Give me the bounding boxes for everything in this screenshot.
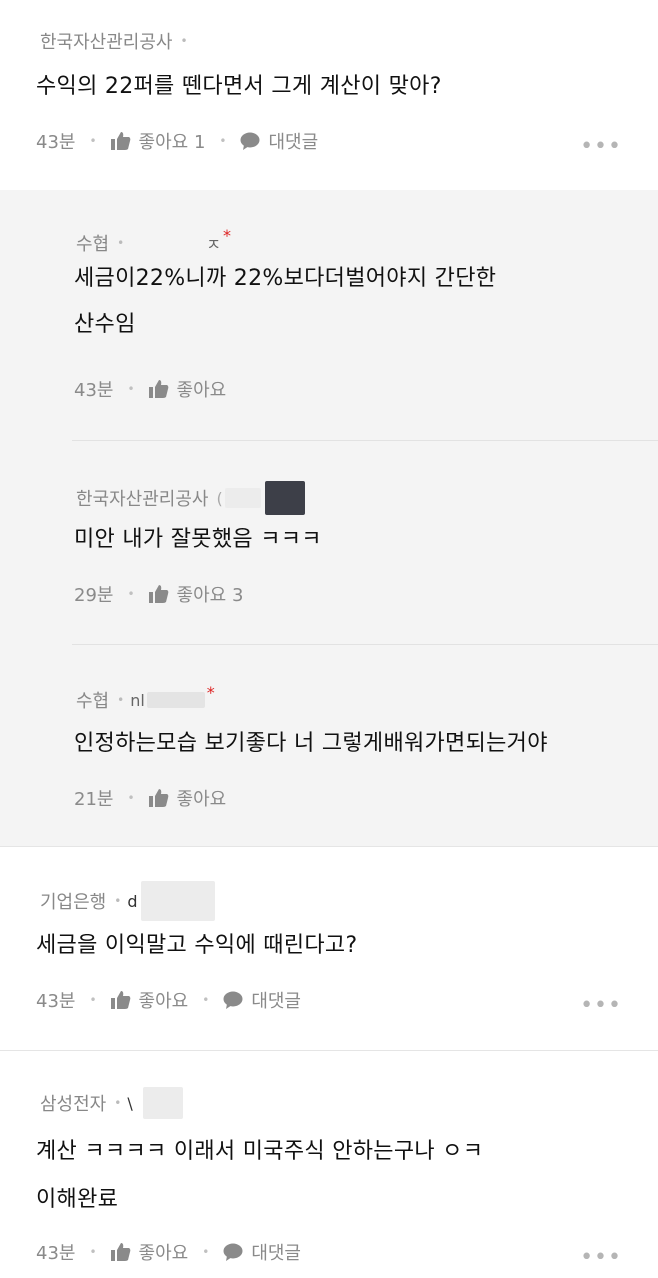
redacted-nickname	[224, 488, 261, 508]
thumbs-up-icon	[148, 585, 168, 603]
like-label: 좋아요	[176, 789, 227, 810]
author-star: *	[206, 682, 215, 702]
separator-dot: •	[117, 236, 125, 250]
author-affiliation[interactable]: 수협	[76, 230, 109, 256]
comment-author: 삼성전자 • \	[40, 1087, 183, 1119]
like-button[interactable]: 좋아요	[148, 785, 227, 811]
comment-author: 한국자산관리공사 •	[40, 28, 188, 54]
comment-time: 43분	[36, 132, 76, 153]
like-button[interactable]: 좋아요 1	[110, 128, 206, 154]
author-affiliation[interactable]: 기업은행	[40, 888, 106, 914]
reply-text: 인정하는모습 보기좋다 너 그렇게배워가면되는거야	[74, 731, 548, 756]
redacted-nickname	[146, 692, 205, 708]
comment-time: 43분	[36, 1243, 76, 1264]
separator-dot: •	[219, 134, 227, 148]
comment-text-line-2: 이해완료	[36, 1187, 119, 1212]
reply-time: 29분	[74, 585, 114, 606]
reply-author: 수협 • nl *	[76, 683, 215, 713]
comment-meta: 43분 • 좋아요 • 대댓글	[36, 1239, 301, 1265]
redacted-nickname	[141, 881, 216, 921]
reply-text-line-2: 산수임	[74, 312, 136, 337]
reply-meta: 29분 • 좋아요 3	[74, 581, 243, 607]
reply-label: 대댓글	[251, 991, 301, 1012]
reply-author: 한국자산관리공사 (	[76, 481, 305, 515]
redacted-nickname	[130, 236, 201, 250]
like-label: 좋아요	[138, 1243, 189, 1264]
thumbs-up-icon	[110, 991, 130, 1009]
separator-dot: •	[114, 1096, 122, 1110]
separator-dot: •	[127, 587, 135, 601]
thumbs-up-icon	[110, 132, 130, 150]
comment-meta: 43분 • 좋아요 • 대댓글	[36, 987, 301, 1013]
like-button[interactable]: 좋아요	[148, 376, 227, 402]
author-affiliation[interactable]: 한국자산관리공사	[76, 485, 208, 511]
redacted-nickname	[142, 1087, 183, 1119]
comment: 한국자산관리공사 • 수익의 22퍼를 뗀다면서 그게 계산이 맞아? 43분 …	[0, 0, 658, 190]
nickname-fragment: ㅈ	[206, 235, 221, 254]
speech-bubble-icon	[240, 132, 260, 150]
like-label: 좋아요 3	[176, 585, 244, 606]
like-button[interactable]: 좋아요	[110, 1239, 189, 1265]
more-options-button[interactable]: •••	[580, 1245, 622, 1270]
reply-author: 수협 • ㅈ *	[76, 226, 231, 256]
like-label: 좋아요 1	[138, 132, 206, 153]
speech-bubble-icon	[223, 1243, 243, 1261]
separator-dot: •	[117, 693, 125, 707]
reply-text: 미안 내가 잘못했음 ㅋㅋㅋ	[74, 527, 322, 552]
author-affiliation[interactable]: 수협	[76, 687, 109, 713]
comment-meta: 43분 • 좋아요 1 • 대댓글	[36, 128, 318, 154]
reply-button[interactable]: 대댓글	[240, 128, 318, 154]
like-button[interactable]: 좋아요	[110, 987, 189, 1013]
reply-meta: 21분 • 좋아요	[74, 785, 226, 811]
separator-dot: •	[180, 34, 188, 48]
comment-text: 세금을 이익말고 수익에 때린다고?	[36, 933, 358, 958]
more-options-button[interactable]: •••	[580, 134, 622, 159]
author-affiliation[interactable]: 한국자산관리공사	[40, 28, 172, 54]
more-options-button[interactable]: •••	[580, 993, 622, 1018]
separator-dot: •	[89, 1245, 97, 1259]
reply-item: 한국자산관리공사 ( 미안 내가 잘못했음 ㅋㅋㅋ 29분 • 좋아요 3	[72, 440, 658, 644]
comment-author: 기업은행 • d	[40, 881, 216, 921]
comment: 기업은행 • d 세금을 이익말고 수익에 때린다고? 43분 • 좋아요 • …	[0, 846, 658, 1050]
thumbs-up-icon	[148, 380, 168, 398]
reply-button[interactable]: 대댓글	[223, 1239, 301, 1265]
speech-bubble-icon	[223, 991, 243, 1009]
reply-time: 43분	[74, 380, 114, 401]
nickname-fragment: (	[216, 488, 223, 508]
reply-label: 대댓글	[268, 132, 319, 153]
separator-dot: •	[202, 993, 210, 1007]
separator-dot: •	[202, 1245, 210, 1259]
nickname-fragment: nl	[130, 690, 145, 710]
reply-label: 대댓글	[251, 1243, 301, 1264]
separator-dot: •	[127, 791, 135, 805]
reply-time: 21분	[74, 789, 114, 810]
reply-item: 수협 • ㅈ * 세금이22%니까 22%보다더벌어야지 간단한 산수임 43분…	[72, 190, 658, 440]
reply-item: 수협 • nl * 인정하는모습 보기좋다 너 그렇게배워가면되는거야 21분 …	[72, 644, 658, 846]
nickname-fragment: \	[127, 1093, 133, 1113]
thumbs-up-icon	[110, 1243, 130, 1261]
replies-section: 수협 • ㅈ * 세금이22%니까 22%보다더벌어야지 간단한 산수임 43분…	[0, 190, 658, 846]
like-label: 좋아요	[138, 991, 189, 1012]
separator-dot: •	[89, 134, 97, 148]
separator-dot: •	[127, 382, 135, 396]
nickname-fragment: d	[127, 891, 138, 911]
like-label: 좋아요	[176, 380, 227, 401]
like-button[interactable]: 좋아요 3	[148, 581, 244, 607]
reply-text-line-1: 세금이22%니까 22%보다더벌어야지 간단한	[74, 266, 497, 291]
comment-text: 수익의 22퍼를 뗀다면서 그게 계산이 맞아?	[36, 74, 442, 99]
thumbs-up-icon	[148, 789, 168, 807]
author-affiliation[interactable]: 삼성전자	[40, 1090, 106, 1116]
separator-dot: •	[89, 993, 97, 1007]
comment-time: 43분	[36, 991, 76, 1012]
reply-meta: 43분 • 좋아요	[74, 376, 226, 402]
reply-button[interactable]: 대댓글	[223, 987, 301, 1013]
comment: 삼성전자 • \ 계산 ㅋㅋㅋㅋ 이래서 미국주식 안하는구나 ㅇㅋ 이해완료 …	[0, 1050, 658, 1278]
comment-text-line-1: 계산 ㅋㅋㅋㅋ 이래서 미국주식 안하는구나 ㅇㅋ	[36, 1139, 484, 1164]
separator-dot: •	[114, 894, 122, 908]
author-star: *	[222, 225, 231, 245]
redacted-avatar	[264, 481, 305, 515]
